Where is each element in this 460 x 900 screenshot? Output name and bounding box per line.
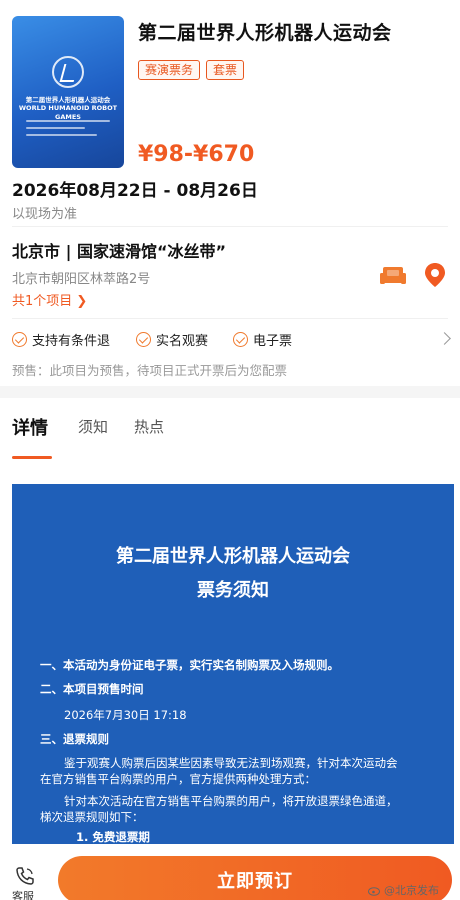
poster-title: 第二届世界人形机器人运动会 WORLD HUMANOID ROBOT GAMES	[18, 96, 118, 121]
detail-tabs: 详情 须知 热点	[12, 416, 448, 462]
watermark: @北京发布	[368, 882, 439, 898]
tag-ticketing: 赛演票务	[138, 60, 201, 80]
notice-line: 一、本活动为身份证电子票，实行实名制购票及入场规则。	[40, 658, 339, 672]
notice-line: 鉴于观赛人购票后因某些因素导致无法到场观赛，针对本次运动会	[64, 756, 398, 770]
service-features[interactable]: 支持有条件退 实名观赛 电子票	[12, 330, 448, 350]
notice-title: 第二届世界人形机器人运动会	[116, 546, 350, 567]
notice-subtitle: 票务须知	[197, 580, 269, 601]
customer-service-label[interactable]: 客服	[12, 888, 34, 900]
presale-note: 预售：此项目为预售，待项目正式开票后为您配票	[12, 363, 288, 378]
price-range: ¥98-¥670	[138, 142, 255, 167]
event-title: 第二届世界人形机器人运动会	[138, 22, 392, 44]
event-header: 第二届世界人形机器人运动会 WORLD HUMANOID ROBOT GAMES…	[12, 12, 448, 172]
tab-hot[interactable]: 热点	[134, 416, 164, 437]
projects-link[interactable]: 共1个项目 ❯	[12, 290, 87, 309]
poster-text-lines	[26, 120, 110, 141]
ticket-notice-image: 第二届世界人形机器人运动会 票务须知 一、本活动为身份证电子票，实行实名制购票及…	[12, 484, 454, 844]
notice-line: 在官方销售平台购票的用户，官方提供两种处理方式：	[40, 772, 316, 786]
divider	[12, 226, 448, 227]
feature-real-name: 实名观赛	[136, 330, 208, 349]
games-logo-icon	[52, 56, 84, 88]
divider	[12, 318, 448, 319]
active-tab-indicator	[12, 456, 52, 459]
projects-count: 共1个项目	[12, 294, 73, 309]
check-circle-icon	[136, 332, 151, 347]
venue-address: 北京市朝阳区林萃路2号	[12, 272, 151, 287]
weibo-icon	[368, 886, 380, 896]
chevron-right-icon: ❯	[76, 294, 88, 309]
event-date: 2026年08月22日 - 08月26日	[12, 181, 258, 201]
section-gap	[0, 386, 460, 398]
tag-package: 套票	[206, 60, 245, 80]
notice-line: 二、本项目预售时间	[40, 682, 144, 696]
event-poster[interactable]: 第二届世界人形机器人运动会 WORLD HUMANOID ROBOT GAMES	[12, 16, 124, 168]
event-tags: 赛演票务 套票	[138, 60, 245, 80]
check-circle-icon	[12, 332, 27, 347]
notice-line: 梯次退票规则如下：	[40, 810, 144, 824]
tab-details[interactable]: 详情	[12, 414, 48, 440]
check-circle-icon	[233, 332, 248, 347]
notice-line: 2026年7月30日 17:18	[64, 708, 187, 722]
tab-notice[interactable]: 须知	[78, 416, 108, 437]
feature-refund: 支持有条件退	[12, 330, 110, 349]
notice-line: 针对本次活动在官方销售平台购票的用户，将开放退票绿色通道，	[64, 794, 398, 808]
venue-name[interactable]: 北京市 | 国家速滑馆“冰丝带”	[12, 238, 226, 262]
notice-line: 三、退票规则	[40, 732, 109, 746]
date-note: 以现场为准	[12, 207, 78, 222]
feature-eticket: 电子票	[233, 330, 292, 349]
notice-line: 1. 免费退票期	[76, 830, 150, 844]
sofa-icon[interactable]	[380, 265, 406, 287]
phone-icon[interactable]	[15, 866, 35, 886]
map-pin-icon[interactable]	[424, 262, 446, 288]
event-detail-page: 第二届世界人形机器人运动会 WORLD HUMANOID ROBOT GAMES…	[0, 0, 460, 900]
